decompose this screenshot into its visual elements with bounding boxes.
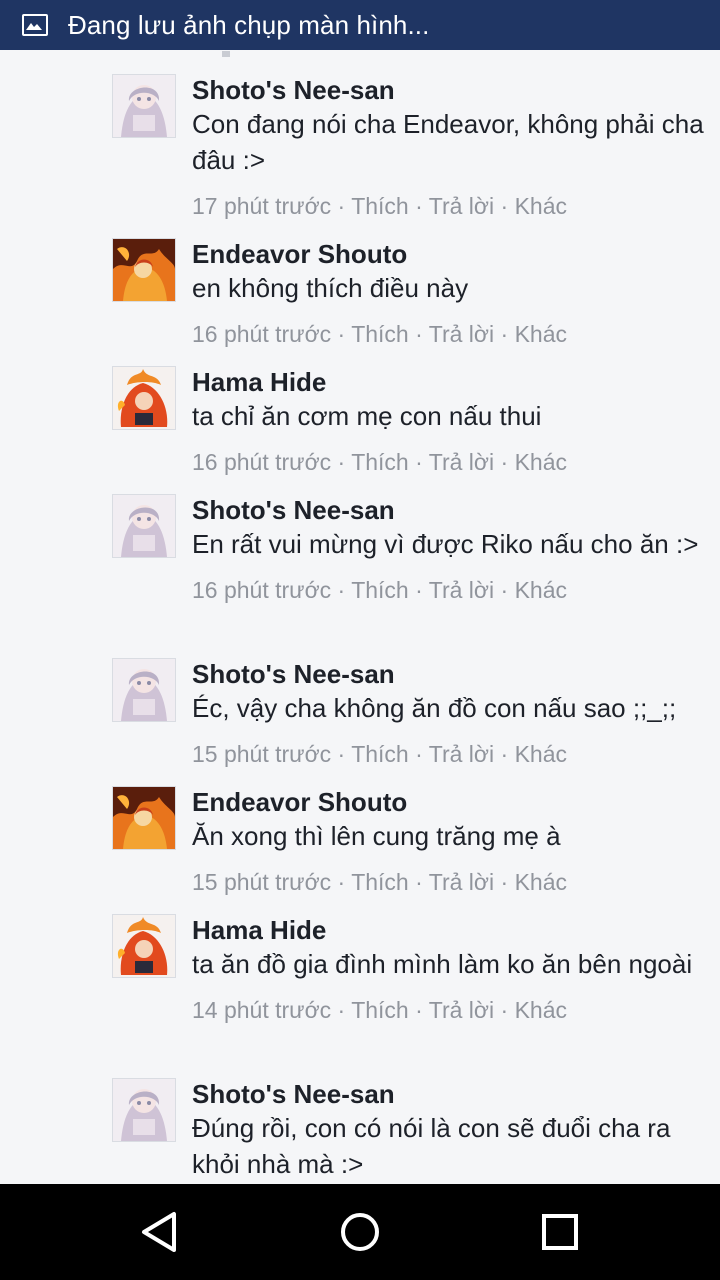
meta-separator: · — [494, 193, 515, 219]
reply-link[interactable]: Trả lời — [429, 193, 494, 219]
comment-author[interactable]: Endeavor Shouto — [192, 238, 707, 270]
more-link[interactable]: Khác — [515, 741, 567, 767]
reply-link[interactable]: Trả lời — [429, 997, 494, 1023]
meta-separator: · — [494, 321, 515, 347]
comment-text: Con đang nói cha Endeavor, không phải ch… — [192, 109, 704, 175]
meta-separator: · — [408, 997, 429, 1023]
hama-hide-avatar[interactable] — [112, 914, 176, 978]
comment-meta: 14 phút trước · Thích · Trả lời · Khác — [192, 994, 707, 1026]
shoto-nee-san-avatar[interactable] — [112, 658, 176, 722]
comment-feed[interactable]: Shoto's Nee-san Con đang nói cha Endeavo… — [0, 50, 720, 1184]
meta-separator: · — [331, 577, 352, 603]
comment-author[interactable]: Shoto's Nee-san — [192, 1078, 707, 1110]
like-link[interactable]: Thích — [351, 193, 409, 219]
endeavor-shouto-avatar[interactable] — [112, 238, 176, 302]
recents-icon[interactable] — [532, 1204, 588, 1260]
status-bar-title: Đang lưu ảnh chụp màn hình... — [68, 9, 430, 40]
meta-separator: · — [494, 869, 515, 895]
meta-separator: · — [408, 577, 429, 603]
comment-text: Đúng rồi, con có nói là con sẽ đuổi cha … — [192, 1113, 671, 1179]
meta-separator: · — [408, 741, 429, 767]
more-link[interactable]: Khác — [515, 577, 567, 603]
home-icon[interactable] — [332, 1204, 388, 1260]
reply-link[interactable]: Trả lời — [429, 449, 494, 475]
more-link[interactable]: Khác — [515, 321, 567, 347]
meta-separator: · — [408, 193, 429, 219]
meta-separator: · — [331, 321, 352, 347]
meta-separator: · — [331, 449, 352, 475]
comment-text: Ăn xong thì lên cung trăng mẹ à — [192, 821, 561, 851]
more-link[interactable]: Khác — [515, 997, 567, 1023]
comment-time[interactable]: 16 phút trước — [192, 321, 331, 347]
reply-link[interactable]: Trả lời — [429, 577, 494, 603]
meta-separator: · — [408, 869, 429, 895]
like-link[interactable]: Thích — [351, 449, 409, 475]
meta-separator: · — [331, 193, 352, 219]
comment-time[interactable]: 16 phút trước — [192, 449, 331, 475]
comment-text: ta chỉ ăn cơm mẹ con nấu thui — [192, 401, 542, 431]
endeavor-shouto-avatar[interactable] — [112, 786, 176, 850]
meta-separator: · — [331, 869, 352, 895]
like-link[interactable]: Thích — [351, 577, 409, 603]
comment-meta: 16 phút trước · Thích · Trả lời · Khác — [192, 318, 707, 350]
reply-link[interactable]: Trả lời — [429, 741, 494, 767]
comment-meta: 16 phút trước · Thích · Trả lời · Khác — [192, 574, 707, 606]
comment-author[interactable]: Shoto's Nee-san — [192, 74, 707, 106]
comment-author[interactable]: Endeavor Shouto — [192, 786, 707, 818]
meta-separator: · — [494, 741, 515, 767]
shoto-nee-san-avatar[interactable] — [112, 74, 176, 138]
comment-time[interactable]: 14 phút trước — [192, 997, 331, 1023]
comment-meta: 15 phút trước · Thích · Trả lời · Khác — [192, 738, 707, 770]
hama-hide-avatar[interactable] — [112, 366, 176, 430]
navigation-bar — [0, 1184, 720, 1280]
shoto-nee-san-avatar[interactable] — [112, 1078, 176, 1142]
like-link[interactable]: Thích — [351, 741, 409, 767]
meta-separator: · — [408, 321, 429, 347]
comment-meta: 17 phút trước · Thích · Trả lời · Khác — [192, 190, 707, 222]
image-icon — [22, 14, 48, 36]
shoto-nee-san-avatar[interactable] — [112, 494, 176, 558]
comment-meta: 16 phút trước · Thích · Trả lời · Khác — [192, 446, 707, 478]
comment-time[interactable]: 15 phút trước — [192, 869, 331, 895]
status-bar: Đang lưu ảnh chụp màn hình... — [0, 0, 720, 50]
comment-meta: 15 phút trước · Thích · Trả lời · Khác — [192, 866, 707, 898]
comment-time[interactable]: 16 phút trước — [192, 577, 331, 603]
comment-text: en không thích điều này — [192, 273, 469, 303]
comment-author[interactable]: Shoto's Nee-san — [192, 494, 707, 526]
like-link[interactable]: Thích — [351, 869, 409, 895]
more-link[interactable]: Khác — [515, 193, 567, 219]
comment-time[interactable]: 15 phút trước — [192, 741, 331, 767]
comment-text: Éc, vậy cha không ăn đồ con nấu sao ;;_;… — [192, 693, 677, 723]
comment-text: ta ăn đồ gia đình mình làm ko ăn bên ngo… — [192, 949, 693, 979]
comment-author[interactable]: Hama Hide — [192, 366, 707, 398]
comment-text: En rất vui mừng vì được Riko nấu cho ăn … — [192, 529, 699, 559]
meta-separator: · — [494, 449, 515, 475]
partial-comment-remnant — [220, 50, 240, 57]
meta-separator: · — [331, 997, 352, 1023]
more-link[interactable]: Khác — [515, 869, 567, 895]
like-link[interactable]: Thích — [351, 321, 409, 347]
reply-link[interactable]: Trả lời — [429, 321, 494, 347]
meta-separator: · — [494, 577, 515, 603]
back-icon[interactable] — [132, 1204, 188, 1260]
comment-author[interactable]: Hama Hide — [192, 914, 707, 946]
reply-link[interactable]: Trả lời — [429, 869, 494, 895]
comment-author[interactable]: Shoto's Nee-san — [192, 658, 707, 690]
like-link[interactable]: Thích — [351, 997, 409, 1023]
meta-separator: · — [408, 449, 429, 475]
more-link[interactable]: Khác — [515, 449, 567, 475]
comment-time[interactable]: 17 phút trước — [192, 193, 331, 219]
meta-separator: · — [331, 741, 352, 767]
meta-separator: · — [494, 997, 515, 1023]
